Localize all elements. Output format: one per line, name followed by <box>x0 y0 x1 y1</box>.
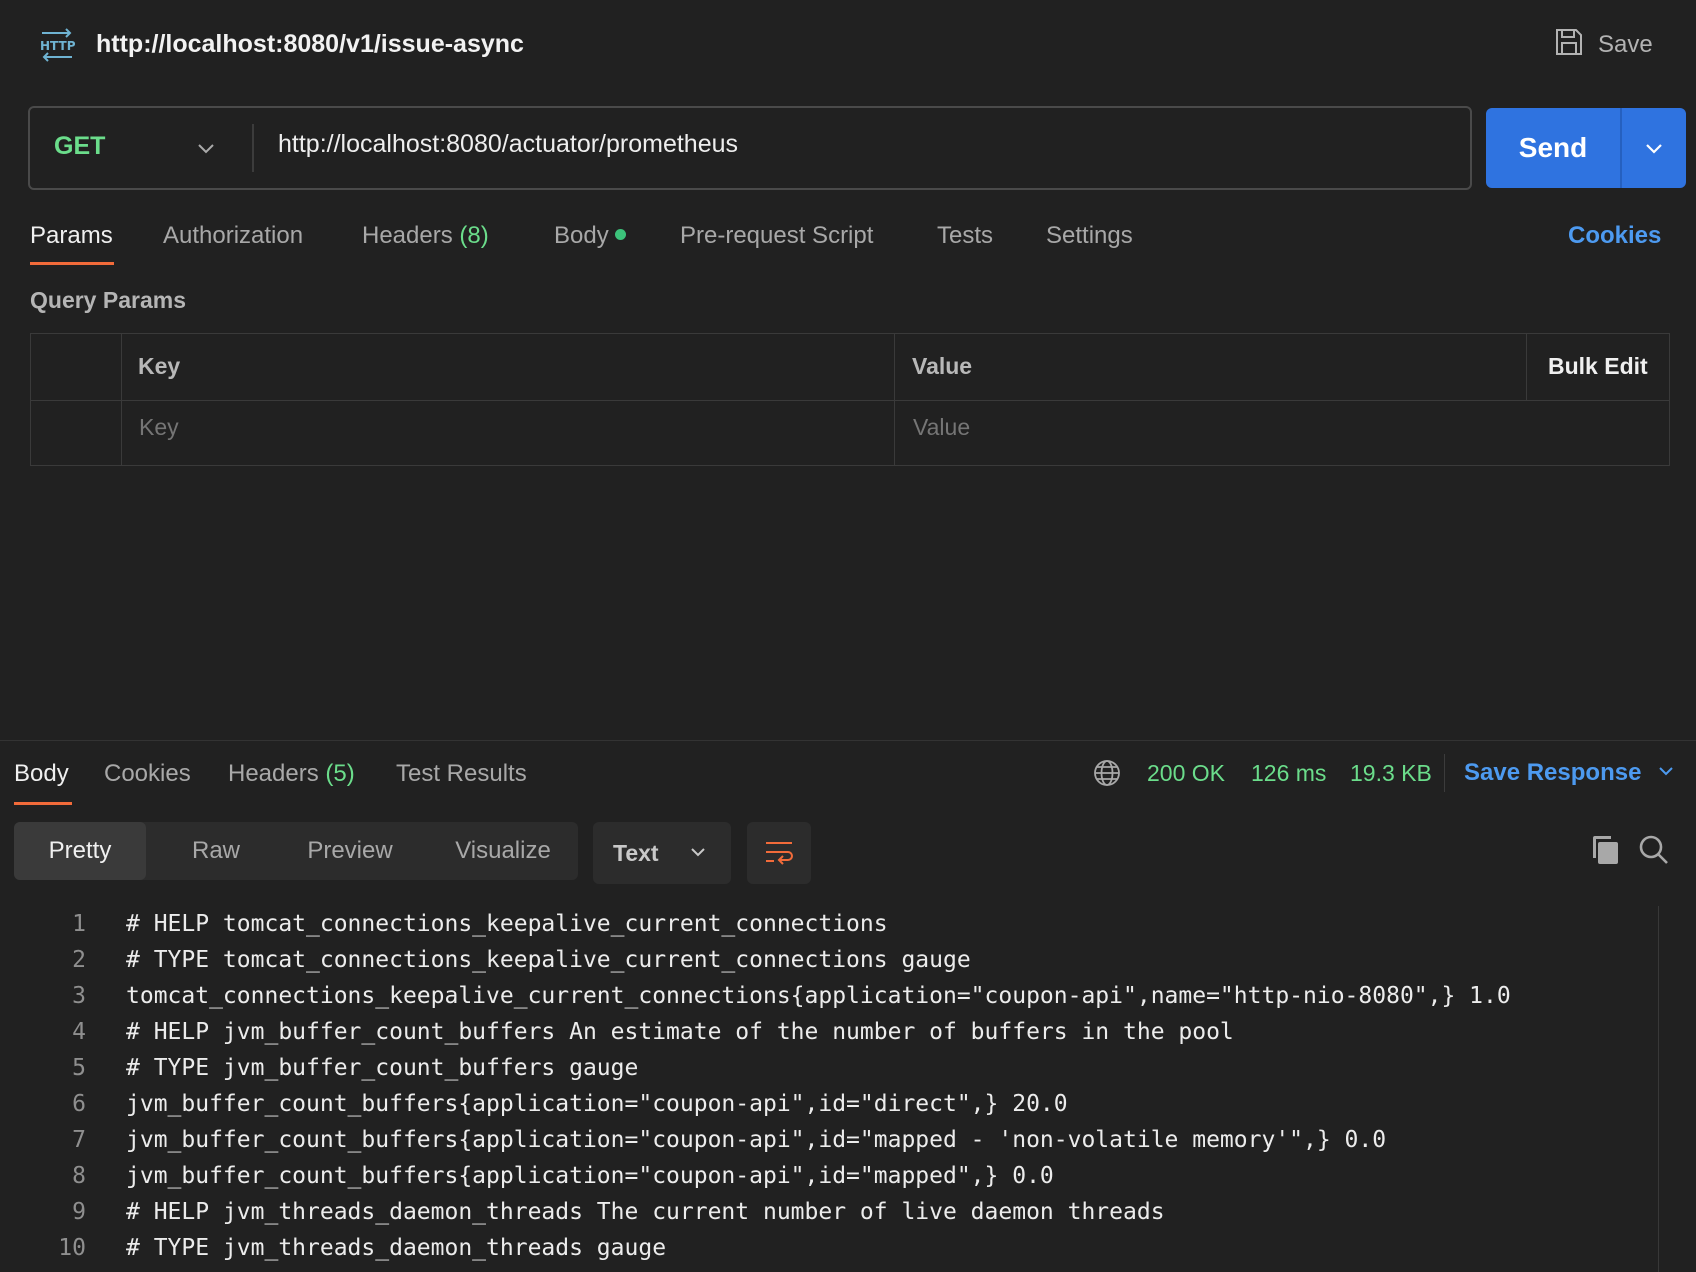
copy-icon[interactable] <box>1590 834 1620 866</box>
line-number: 1 <box>72 911 86 937</box>
tab-headers[interactable]: Headers (8) <box>362 222 489 250</box>
code-line: 10 # TYPE jvm_threads_daemon_threads gaug… <box>0 1230 1658 1266</box>
line-number: 7 <box>72 1127 86 1153</box>
code-line: 4 # HELP jvm_buffer_count_buffers An esti… <box>0 1014 1658 1050</box>
view-mode-segmented-control: Pretty Raw Preview Visualize <box>14 822 578 880</box>
view-visualize[interactable]: Visualize <box>428 822 578 880</box>
url-bar: GET <box>28 106 1472 190</box>
headers-count: (8) <box>459 222 489 249</box>
active-tab-indicator <box>14 802 72 805</box>
divider <box>1444 754 1445 792</box>
send-button[interactable]: Send <box>1486 108 1620 188</box>
send-button-group: Send <box>1486 108 1686 188</box>
tab-body-label: Body <box>554 222 609 249</box>
line-number: 10 <box>58 1235 86 1261</box>
line-number: 3 <box>72 983 86 1009</box>
line-content: jvm_buffer_count_buffers{application="co… <box>126 1091 1068 1117</box>
key-column-header: Key <box>138 353 181 379</box>
response-pane-divider[interactable] <box>0 740 1696 741</box>
url-input[interactable] <box>278 130 1428 159</box>
code-line: 9 # HELP jvm_threads_daemon_threads The c… <box>0 1194 1658 1230</box>
response-tab-headers-label: Headers <box>228 760 319 787</box>
method-select[interactable]: GET <box>54 132 105 161</box>
tab-authorization[interactable]: Authorization <box>163 222 303 250</box>
view-pretty[interactable]: Pretty <box>14 822 146 880</box>
code-line: 2 # TYPE tomcat_connections_keepalive_cur… <box>0 942 1658 978</box>
line-number: 5 <box>72 1055 86 1081</box>
http-icon: HTTP <box>38 28 76 62</box>
request-tab-header: HTTP http://localhost:8080/v1/issue-asyn… <box>0 0 1696 88</box>
line-content: # HELP tomcat_connections_keepalive_curr… <box>126 911 888 937</box>
code-line: 7 jvm_buffer_count_buffers{application="c… <box>0 1122 1658 1158</box>
divider <box>252 124 254 172</box>
response-tab-headers[interactable]: Headers (5) <box>228 760 355 788</box>
chevron-down-icon <box>689 840 707 867</box>
format-select[interactable]: Text <box>593 822 731 884</box>
tab-params[interactable]: Params <box>30 222 113 250</box>
line-content: # TYPE jvm_buffer_count_buffers gauge <box>126 1055 639 1081</box>
code-line: 5 # TYPE jvm_buffer_count_buffers gauge <box>0 1050 1658 1086</box>
chevron-down-icon <box>1657 759 1675 787</box>
response-size[interactable]: 19.3 KB <box>1350 760 1432 787</box>
save-icon <box>1554 27 1584 64</box>
line-number: 9 <box>72 1199 86 1225</box>
tab-settings[interactable]: Settings <box>1046 222 1133 250</box>
globe-icon[interactable] <box>1092 758 1122 788</box>
response-tab-cookies[interactable]: Cookies <box>104 760 191 788</box>
line-content: # HELP jvm_buffer_count_buffers An estim… <box>126 1019 1234 1045</box>
cookies-link[interactable]: Cookies <box>1568 222 1661 250</box>
line-content: # TYPE jvm_threads_daemon_threads gauge <box>126 1235 667 1261</box>
format-label: Text <box>613 839 659 866</box>
response-tab-test-results[interactable]: Test Results <box>396 760 527 788</box>
request-title[interactable]: http://localhost:8080/v1/issue-async <box>96 30 524 59</box>
value-column-header: Value <box>912 353 973 379</box>
param-value-input[interactable] <box>913 414 1653 441</box>
code-line: 6 jvm_buffer_count_buffers{application="c… <box>0 1086 1658 1122</box>
response-time[interactable]: 126 ms <box>1251 760 1326 787</box>
bulk-edit-button[interactable]: Bulk Edit <box>1548 353 1648 380</box>
code-line: 8 jvm_buffer_count_buffers{application="c… <box>0 1158 1658 1194</box>
save-response-button[interactable]: Save Response <box>1464 759 1675 787</box>
tab-prerequest-script[interactable]: Pre-request Script <box>680 222 873 250</box>
line-number: 2 <box>72 947 86 973</box>
tab-body[interactable]: Body <box>554 222 626 250</box>
send-options-chevron-down-icon[interactable] <box>1622 108 1686 188</box>
line-number: 8 <box>72 1163 86 1189</box>
query-params-table: Key Value Bulk Edit <box>30 333 1670 466</box>
save-label: Save <box>1598 31 1653 58</box>
line-content: jvm_buffer_count_buffers{application="co… <box>126 1163 1054 1189</box>
line-content: # TYPE tomcat_connections_keepalive_curr… <box>126 947 971 973</box>
body-indicator-dot <box>614 229 626 241</box>
response-body-code[interactable]: 1 # HELP tomcat_connections_keepalive_cur… <box>0 906 1658 1266</box>
response-tab-body[interactable]: Body <box>14 760 69 788</box>
view-raw[interactable]: Raw <box>146 822 286 880</box>
tab-tests[interactable]: Tests <box>937 222 993 250</box>
code-line: 1 # HELP tomcat_connections_keepalive_cur… <box>0 906 1658 942</box>
tab-headers-label: Headers <box>362 222 453 249</box>
search-icon[interactable] <box>1638 834 1670 866</box>
line-content: tomcat_connections_keepalive_current_con… <box>126 983 1511 1009</box>
divider <box>31 400 1669 401</box>
line-content: jvm_buffer_count_buffers{application="co… <box>126 1127 1387 1153</box>
wrap-lines-icon[interactable] <box>747 822 811 884</box>
query-params-title: Query Params <box>30 287 186 313</box>
response-headers-count: (5) <box>325 760 355 787</box>
view-preview[interactable]: Preview <box>272 822 428 880</box>
save-response-label: Save Response <box>1464 759 1642 786</box>
line-content: # HELP jvm_threads_daemon_threads The cu… <box>126 1199 1165 1225</box>
save-button[interactable]: Save <box>1554 26 1653 64</box>
svg-text:HTTP: HTTP <box>40 39 76 53</box>
line-number: 4 <box>72 1019 86 1045</box>
status-code[interactable]: 200 OK <box>1147 760 1225 787</box>
line-number: 6 <box>72 1091 86 1117</box>
param-key-input[interactable] <box>139 414 879 441</box>
active-tab-indicator <box>30 262 114 265</box>
divider <box>1526 334 1527 400</box>
code-line: 3 tomcat_connections_keepalive_current_co… <box>0 978 1658 1014</box>
scrollbar[interactable] <box>1658 906 1659 1272</box>
chevron-down-icon[interactable] <box>196 138 216 158</box>
